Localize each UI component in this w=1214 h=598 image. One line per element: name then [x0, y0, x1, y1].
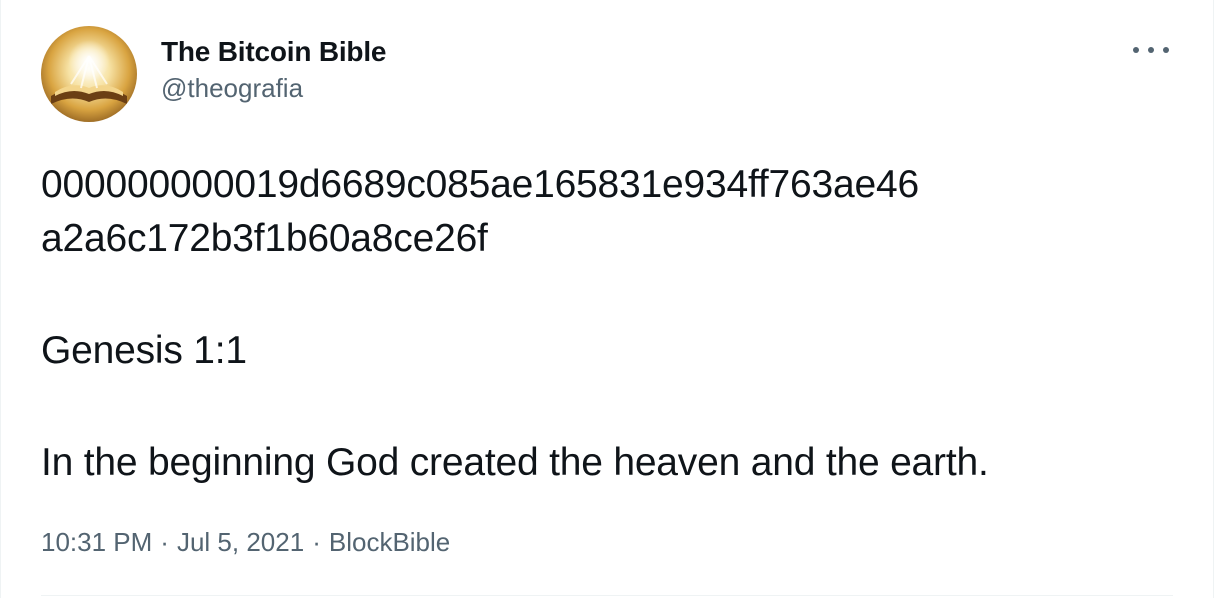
more-horizontal-icon: [1148, 47, 1154, 53]
handle[interactable]: @theografia: [161, 72, 386, 104]
tweet-header: The Bitcoin Bible @theografia: [41, 26, 386, 122]
author-block: The Bitcoin Bible @theografia: [161, 26, 386, 104]
display-name[interactable]: The Bitcoin Bible: [161, 36, 386, 68]
divider: [41, 595, 1173, 596]
glowing-open-book-icon: [41, 26, 137, 122]
more-horizontal-icon: [1133, 47, 1139, 53]
tweet-date[interactable]: Jul 5, 2021: [177, 527, 304, 557]
verse-reference: Genesis 1:1: [41, 329, 247, 372]
meta-separator: ·: [160, 527, 169, 557]
tweet-card: The Bitcoin Bible @theografia 0000000000…: [0, 0, 1214, 598]
hash-line-1: 000000000019d6689c085ae165831e934ff763ae…: [41, 163, 919, 206]
tweet-source[interactable]: BlockBible: [329, 527, 450, 557]
verse-text: In the beginning God created the heaven …: [41, 441, 989, 484]
hash-line-2: a2a6c172b3f1b60a8ce26f: [41, 217, 488, 260]
avatar[interactable]: [41, 26, 137, 122]
tweet-text: 000000000019d6689c085ae165831e934ff763ae…: [41, 158, 1173, 490]
more-options-button[interactable]: [1133, 38, 1169, 62]
tweet-meta: 10:31 PM · Jul 5, 2021 · BlockBible: [41, 526, 450, 558]
tweet-time[interactable]: 10:31 PM: [41, 527, 152, 557]
more-horizontal-icon: [1163, 47, 1169, 53]
meta-separator: ·: [312, 527, 321, 557]
